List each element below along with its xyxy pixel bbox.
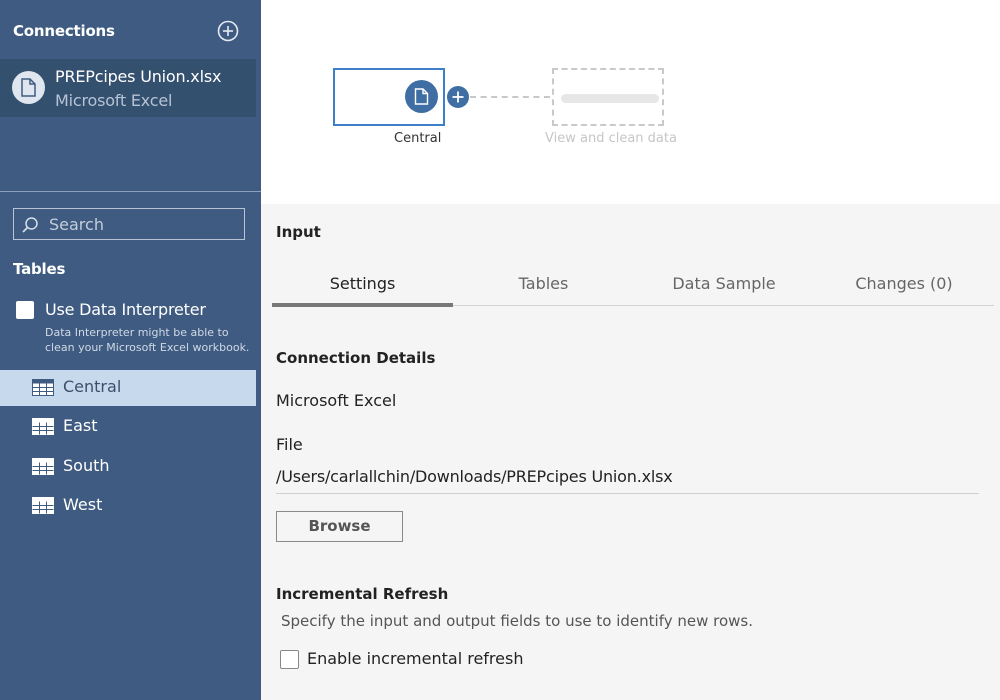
data-interpreter-description: Data Interpreter might be able to clean … (45, 326, 250, 354)
table-item-label: West (63, 495, 103, 514)
incremental-refresh-title: Incremental Refresh (276, 585, 449, 603)
search-box[interactable] (13, 208, 245, 240)
placeholder-node[interactable] (552, 68, 664, 126)
incremental-refresh-checkbox[interactable] (280, 650, 299, 669)
tab-data-sample[interactable]: Data Sample (634, 274, 814, 306)
incremental-refresh-description: Specify the input and output fields to u… (281, 612, 754, 630)
search-icon (22, 217, 38, 233)
tables-header: Tables (13, 260, 66, 278)
connections-header: Connections (13, 22, 115, 40)
browse-button[interactable]: Browse (276, 511, 403, 542)
tab-settings[interactable]: Settings (272, 274, 453, 306)
active-tab-indicator (272, 303, 453, 307)
flow-connector (470, 96, 550, 98)
connection-details-title: Connection Details (276, 349, 436, 367)
tab-tables[interactable]: Tables (453, 274, 634, 306)
connection-details-type: Microsoft Excel (276, 391, 397, 410)
panel-title: Input (276, 223, 321, 241)
data-interpreter-label[interactable]: Use Data Interpreter (45, 300, 206, 319)
table-item-east[interactable]: East (0, 409, 256, 445)
add-connection-icon (217, 20, 239, 42)
sidebar-divider (0, 191, 261, 192)
input-node-document-icon (405, 80, 438, 113)
file-path: /Users/carlallchin/Downloads/PREPcipes U… (276, 467, 673, 486)
tab-changes[interactable]: Changes (0) (814, 274, 994, 306)
input-node-label: Central (394, 131, 442, 146)
table-item-label: South (63, 456, 110, 475)
placeholder-node-label: View and clean data (545, 131, 677, 146)
table-item-south[interactable]: South (0, 449, 256, 485)
incremental-refresh-label[interactable]: Enable incremental refresh (307, 649, 523, 668)
table-item-label: Central (63, 377, 122, 396)
placeholder-bar (561, 94, 659, 103)
table-item-central[interactable]: Central (0, 370, 256, 406)
search-input[interactable] (49, 214, 239, 234)
file-label: File (276, 435, 303, 454)
table-icon (32, 418, 54, 435)
file-path-underline (276, 493, 979, 494)
table-item-west[interactable]: West (0, 488, 256, 524)
connection-item[interactable]: PREPcipes Union.xlsx Microsoft Excel (0, 59, 256, 117)
table-item-label: East (63, 416, 98, 435)
sidebar: Connections PREPcipes Union.xlsx Microso… (0, 0, 261, 700)
table-icon (32, 497, 54, 514)
connection-name: PREPcipes Union.xlsx (55, 67, 222, 86)
add-step-button[interactable] (447, 86, 469, 108)
add-connection-button[interactable] (217, 20, 239, 42)
document-icon (12, 71, 45, 104)
table-icon (32, 458, 54, 475)
data-interpreter-checkbox[interactable] (16, 301, 34, 319)
plus-icon (452, 91, 464, 103)
table-icon (32, 379, 54, 396)
connection-type: Microsoft Excel (55, 91, 173, 110)
